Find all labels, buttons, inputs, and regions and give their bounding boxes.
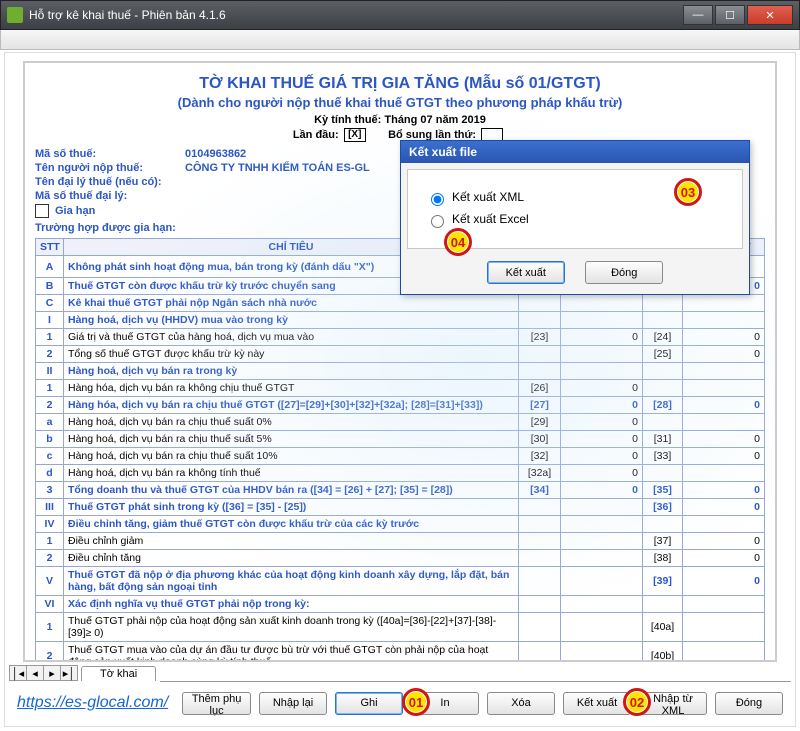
form-title: TỜ KHAI THUẾ GIÁ TRỊ GIA TĂNG (Mẫu số 01… bbox=[35, 75, 765, 93]
add-appendix-button[interactable]: Thêm phụ lục bbox=[182, 692, 251, 715]
annotation-01: 01 bbox=[402, 688, 430, 716]
tab-nav-first[interactable]: │◂ bbox=[9, 665, 27, 681]
export-button[interactable]: Kết xuất bbox=[563, 692, 631, 715]
table-row: IIIThuế GTGT phát sinh trong kỳ ([36] = … bbox=[36, 499, 765, 516]
tab-nav-prev[interactable]: ◂ bbox=[26, 665, 44, 681]
table-row: 1Điều chỉnh giảm[37]0 bbox=[36, 533, 765, 550]
first-time-box[interactable]: [X] bbox=[344, 128, 366, 142]
table-row: 1Thuế GTGT phải nộp của hoạt động sản xu… bbox=[36, 613, 765, 642]
table-row: 2Hàng hóa, dịch vụ bán ra chịu thuế GTGT… bbox=[36, 397, 765, 414]
watermark-url: https://es-glocal.com/ bbox=[17, 694, 168, 712]
window-title: Hỗ trợ kê khai thuế - Phiên bản 4.1.6 bbox=[29, 8, 226, 22]
delete-button[interactable]: Xóa bbox=[487, 692, 555, 715]
tab-nav-next[interactable]: ▸ bbox=[43, 665, 61, 681]
window-titlebar: Hỗ trợ kê khai thuế - Phiên bản 4.1.6 — … bbox=[0, 0, 800, 30]
menubar bbox=[0, 30, 800, 50]
table-row: 3Tổng doanh thu và thuế GTGT của HHDV bá… bbox=[36, 482, 765, 499]
annotation-04: 04 bbox=[444, 228, 472, 256]
first-time-label: Lần đầu: bbox=[293, 129, 339, 141]
form-subtitle: (Dành cho người nộp thuế khai thuế GTGT … bbox=[35, 95, 765, 110]
reload-button[interactable]: Nhập lại bbox=[259, 692, 327, 715]
table-row: IIHàng hoá, dịch vụ bán ra trong kỳ bbox=[36, 363, 765, 380]
mst-value: 0104963862 bbox=[185, 148, 246, 160]
maximize-button[interactable]: ☐ bbox=[715, 5, 745, 25]
tab-strip: │◂ ◂ ▸ ▸│ Tờ khai bbox=[9, 664, 791, 682]
table-row: VIXác định nghĩa vụ thuế GTGT phải nộp t… bbox=[36, 596, 765, 613]
extend-label: Gia hạn bbox=[55, 205, 95, 217]
tab-nav-last[interactable]: ▸│ bbox=[60, 665, 78, 681]
table-row: IHàng hoá, dịch vụ (HHDV) mua vào trong … bbox=[36, 312, 765, 329]
table-row: 1Hàng hóa, dịch vụ bán ra không chịu thu… bbox=[36, 380, 765, 397]
agent-mst-label: Mã số thuế đại lý: bbox=[35, 190, 185, 202]
table-row: IVĐiều chỉnh tăng, giảm thuế GTGT còn đư… bbox=[36, 516, 765, 533]
extend-checkbox[interactable] bbox=[35, 204, 49, 218]
table-row: aHàng hoá, dịch vụ bán ra chịu thuế suất… bbox=[36, 414, 765, 431]
app-icon bbox=[7, 7, 23, 23]
tab-declaration[interactable]: Tờ khai bbox=[81, 666, 156, 681]
dialog-title: Kết xuất file bbox=[401, 141, 749, 163]
mst-label: Mã số thuế: bbox=[35, 148, 185, 160]
annotation-02: 02 bbox=[623, 688, 651, 716]
name-value: CÔNG TY TNHH KIỂM TOÁN ES-GL bbox=[185, 162, 370, 174]
table-row: 2Tổng số thuế GTGT được khấu trừ kỳ này[… bbox=[36, 346, 765, 363]
table-row: cHàng hoá, dịch vụ bán ra chịu thuế suất… bbox=[36, 448, 765, 465]
tax-period: Kỳ tính thuế: Tháng 07 năm 2019 bbox=[35, 114, 765, 126]
table-row: 2Điều chỉnh tăng[38]0 bbox=[36, 550, 765, 567]
name-label: Tên người nộp thuế: bbox=[35, 162, 185, 174]
export-dialog: Kết xuất file Kết xuất XML Kết xuất Exce… bbox=[400, 140, 750, 295]
minimize-button[interactable]: — bbox=[683, 5, 713, 25]
export-excel-option[interactable]: Kết xuất Excel bbox=[426, 212, 724, 228]
agent-name-label: Tên đại lý thuế (nếu có): bbox=[35, 176, 185, 188]
declaration-table: STT CHỈ TIÊU HUẾ GTGT AKhông phát sinh h… bbox=[35, 238, 765, 662]
th-stt: STT bbox=[36, 239, 64, 256]
dialog-export-button[interactable]: Kết xuất bbox=[487, 261, 565, 284]
table-row: CKê khai thuế GTGT phải nộp Ngân sách nh… bbox=[36, 295, 765, 312]
export-xml-radio[interactable] bbox=[431, 193, 444, 206]
footer-toolbar: https://es-glocal.com/ Thêm phụ lục Nhập… bbox=[9, 686, 791, 720]
annotation-03: 03 bbox=[674, 178, 702, 206]
table-row: 2Thuế GTGT mua vào của dự án đầu tư được… bbox=[36, 642, 765, 663]
table-row: 1Giá trị và thuế GTGT của hàng hoá, dịch… bbox=[36, 329, 765, 346]
dialog-close-button[interactable]: Đóng bbox=[585, 261, 663, 284]
table-row: VThuế GTGT đã nộp ở địa phương khác của … bbox=[36, 567, 765, 596]
table-row: dHàng hoá, dịch vụ bán ra không tính thu… bbox=[36, 465, 765, 482]
export-excel-radio[interactable] bbox=[431, 215, 444, 228]
close-form-button[interactable]: Đóng bbox=[715, 692, 783, 715]
close-button[interactable]: ✕ bbox=[747, 5, 793, 25]
save-button[interactable]: Ghi bbox=[335, 692, 403, 715]
table-row: bHàng hoá, dịch vụ bán ra chịu thuế suất… bbox=[36, 431, 765, 448]
